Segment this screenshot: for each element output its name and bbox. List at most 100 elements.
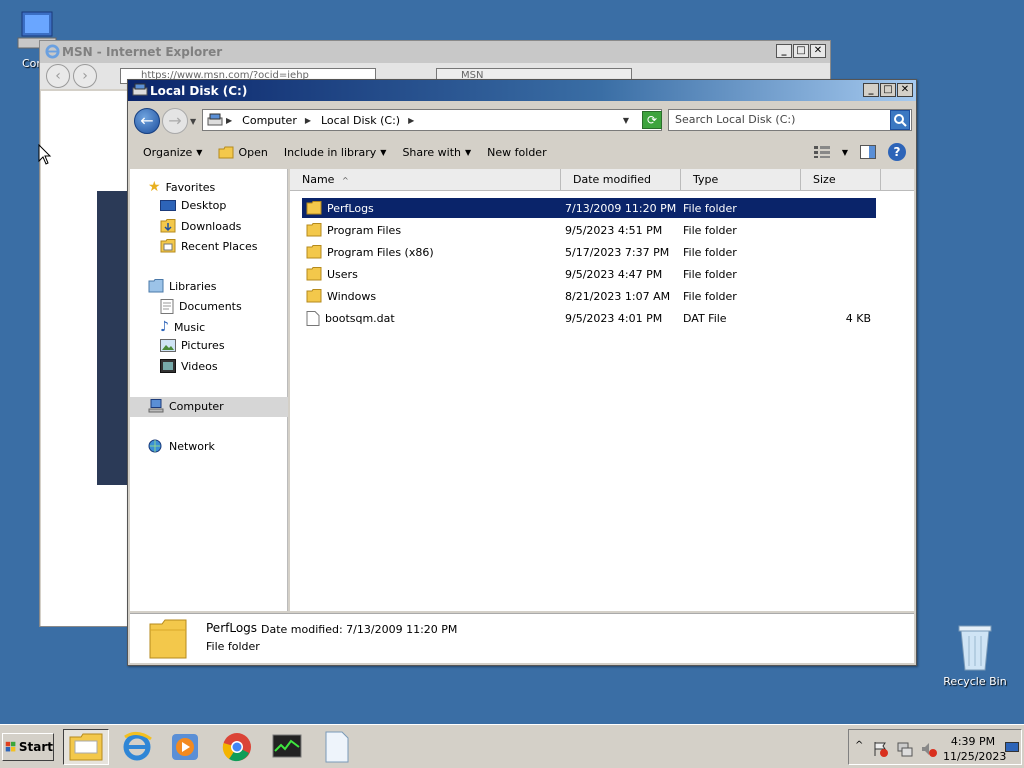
ie-minimize-button[interactable]: _ [776,44,792,58]
nav-label: Documents [179,300,242,313]
taskbar: Start ^ 4:39 PM 11/25/2023 [0,724,1024,768]
explorer-title-bar[interactable]: Local Disk (C:) _ □ ✕ [128,80,916,101]
explorer-maximize-button[interactable]: □ [880,83,896,97]
taskbar-explorer-button[interactable] [63,729,109,765]
folder-icon [149,619,187,659]
column-header-size[interactable]: Size [801,169,881,191]
address-dropdown-icon[interactable]: ▼ [623,116,629,125]
open-button[interactable]: Open [213,146,272,159]
share-with-button[interactable]: Share with ▼ [397,146,476,159]
details-type: File folder [206,640,260,653]
column-header-date-modified[interactable]: Date modified [561,169,681,191]
action-center-flag-icon[interactable] [873,741,889,757]
view-options-dropdown-icon[interactable]: ▼ [842,148,848,157]
show-desktop-icon[interactable] [1005,742,1019,754]
nav-label: Libraries [169,279,217,293]
ie-maximize-button[interactable]: □ [793,44,809,58]
star-icon: ★ [148,179,161,195]
address-bar[interactable]: ▶ Computer ▶ Local Disk (C:) ▶ ▼ [202,109,662,131]
explorer-close-button[interactable]: ✕ [897,83,913,97]
column-header-label: Type [693,173,719,186]
table-row[interactable]: PerfLogs 7/13/2009 11:20 PM File folder [302,198,876,218]
computer-icon [148,399,164,413]
search-input[interactable]: Search Local Disk (C:) [668,109,912,131]
taskbar-ie-button[interactable] [114,729,160,765]
file-type: File folder [683,223,737,237]
new-folder-button[interactable]: New folder [482,146,551,159]
explorer-window[interactable]: Local Disk (C:) _ □ ✕ ← → ▼ ▶ Computer ▶… [127,79,917,666]
table-row[interactable]: bootsqm.dat 9/5/2023 4:01 PM DAT File 4 … [302,308,876,328]
back-button[interactable]: ← [134,108,160,134]
taskbar-notepad-button[interactable] [314,729,360,765]
preview-pane-icon[interactable] [860,145,876,159]
volume-muted-icon[interactable] [921,741,937,757]
breadcrumb-chevron-icon[interactable]: ▶ [303,116,313,125]
desktop-icon-recycle-bin[interactable]: Recycle Bin [942,624,1008,688]
nav-item-computer[interactable]: Computer [148,399,224,413]
command-bar: Organize ▼ Open Include in library ▼ Sha… [128,135,916,169]
new-folder-label: New folder [487,145,547,159]
ie-back-button[interactable]: ‹ [46,64,70,88]
pictures-icon [160,339,176,352]
chevron-down-icon: ▼ [380,147,387,157]
recent-places-icon [160,239,176,253]
downloads-icon [160,219,176,233]
drive-icon [207,113,223,126]
search-icon[interactable] [890,110,910,130]
network-status-icon[interactable] [897,741,913,757]
nav-item-documents[interactable]: Documents [160,299,242,314]
breadcrumb-local-disk[interactable]: Local Disk (C:) [313,114,406,127]
clock[interactable]: 4:39 PM 11/25/2023 [943,734,1007,764]
videos-icon [160,359,176,373]
column-header-type[interactable]: Type [681,169,801,191]
nav-item-network[interactable]: Network [148,439,215,453]
nav-item-favorites[interactable]: ★ Favorites [148,179,215,195]
task-manager-icon [272,734,302,758]
recent-pages-chevron-icon[interactable]: ▼ [190,117,196,126]
breadcrumb-chevron-icon[interactable]: ▶ [224,116,234,125]
show-hidden-icons-chevron-icon[interactable]: ^ [855,740,863,751]
nav-item-recent-places[interactable]: Recent Places [160,239,258,253]
nav-item-downloads[interactable]: Downloads [160,219,241,233]
include-in-library-button[interactable]: Include in library ▼ [279,146,392,159]
table-row[interactable]: Users 9/5/2023 4:47 PM File folder [302,264,876,284]
breadcrumb-computer[interactable]: Computer [234,114,303,127]
help-icon[interactable]: ? [888,143,906,161]
forward-button[interactable]: → [162,108,188,134]
view-options-icon[interactable] [813,146,830,158]
nav-item-desktop[interactable]: Desktop [160,199,226,212]
navigation-pane: ★ Favorites Desktop Downloads Recent Pla… [130,169,288,611]
file-name: Users [327,267,358,281]
clock-date: 11/25/2023 [943,750,1007,763]
taskbar-task-manager-button[interactable] [264,729,310,765]
drive-icon [132,83,148,96]
organize-button[interactable]: Organize ▼ [138,146,207,159]
table-row[interactable]: Program Files (x86) 5/17/2023 7:37 PM Fi… [302,242,876,262]
nav-item-music[interactable]: ♪ Music [160,319,205,335]
explorer-minimize-button[interactable]: _ [863,83,879,97]
table-row[interactable]: Windows 8/21/2023 1:07 AM File folder [302,286,876,306]
start-label: Start [18,740,53,754]
ie-close-button[interactable]: ✕ [810,44,826,58]
ie-forward-button[interactable]: › [73,64,97,88]
breadcrumb-chevron-icon[interactable]: ▶ [406,116,416,125]
organize-label: Organize [143,145,193,159]
nav-item-libraries[interactable]: Libraries [148,279,217,293]
table-row[interactable]: Program Files 9/5/2023 4:51 PM File fold… [302,220,876,240]
explorer-title: Local Disk (C:) [150,83,248,98]
taskbar-media-player-button[interactable] [162,729,208,765]
nav-item-videos[interactable]: Videos [160,359,218,373]
nav-label: Favorites [165,180,216,194]
refresh-button[interactable]: ⟳ [642,111,662,129]
start-button[interactable]: Start [2,733,54,761]
column-headers: Name ^ Date modified Type Size [290,169,914,191]
desktop-icon-recycle-bin-label: Recycle Bin [943,675,1007,688]
column-header-name[interactable]: Name ^ [290,169,561,191]
details-date: Date modified: 7/13/2009 11:20 PM [261,623,457,636]
file-date: 8/21/2023 1:07 AM [565,289,671,303]
nav-item-pictures[interactable]: Pictures [160,339,225,352]
ie-logo-icon [45,44,60,59]
chevron-down-icon: ▼ [465,147,472,157]
ie-title-bar[interactable]: MSN - Internet Explorer _ □ ✕ [40,41,830,63]
taskbar-chrome-button[interactable] [214,729,260,765]
